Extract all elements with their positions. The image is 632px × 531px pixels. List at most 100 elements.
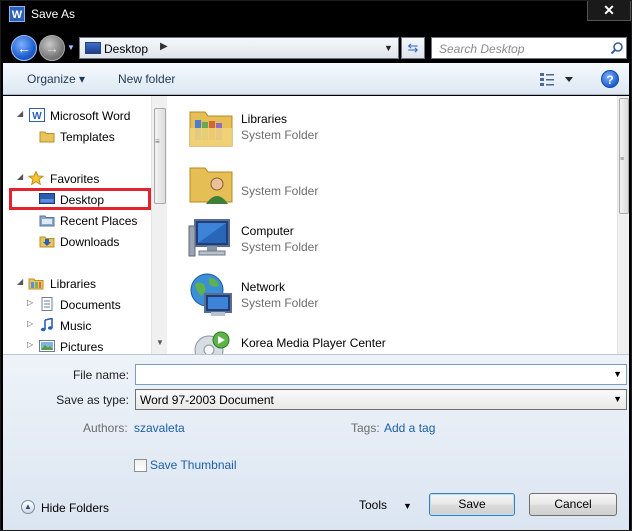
hide-folders-chevron-icon[interactable]: ▲ [21,500,35,514]
address-bar[interactable]: Desktop ▶ ▼ [79,37,399,59]
save-as-dialog: W Save As ✕ ← → ▼ Desktop ▶ ▼ ⇆ Search D… [0,0,632,531]
save-as-type-label: Save as type: [56,393,129,407]
sidebar-item-favorites[interactable]: ◢ Favorites [17,169,151,189]
sidebar-item-label: Favorites [50,172,100,186]
search-icon[interactable] [610,41,624,55]
authors-value[interactable]: szavaleta [134,421,185,435]
sidebar-item-label: Recent Places [60,214,138,228]
save-button[interactable]: Save [429,493,515,516]
item-type: System Folder [241,184,319,198]
music-icon [40,318,53,332]
save-thumbnail-checkbox[interactable] [134,459,147,472]
new-folder-button[interactable]: New folder [118,72,175,86]
recent-places-icon [39,215,55,227]
item-name: Network [241,280,286,294]
sidebar-item-libraries[interactable]: ◢ Libraries [17,274,151,294]
hide-folders-button[interactable]: Hide Folders [41,501,109,515]
browser-panes: ◢ W Microsoft Word Templates ◢ Favorites [3,96,629,354]
scroll-grip-icon: ≡ [620,156,625,163]
tags-label: Tags: [351,421,380,435]
word-app-icon: W [9,6,25,22]
expand-arrow-icon[interactable]: ▷ [27,319,33,328]
scroll-down-arrow-icon[interactable]: ▼ [156,338,164,347]
save-as-type-value: Word 97-2003 Document [140,393,274,407]
sidebar-item-documents[interactable]: ▷ Documents [27,295,151,315]
recent-locations-dropdown[interactable]: ▼ [67,43,77,53]
save-as-type-select[interactable]: Word 97-2003 Document ▼ [135,389,627,410]
collapse-arrow-icon[interactable]: ◢ [17,109,23,118]
search-placeholder: Search Desktop [439,42,525,56]
sidebar-item-label: Pictures [60,340,104,354]
list-item[interactable]: Korea Media Player Center Shortcut [187,326,607,354]
desktop-icon [85,42,101,54]
list-item[interactable]: Computer System Folder [187,214,607,266]
sidebar-item-label: Music [60,319,92,333]
list-item[interactable]: Network System Folder [187,270,607,322]
sidebar-item-music[interactable]: ▷ Music [27,316,151,336]
scrollbar-thumb[interactable] [154,108,166,204]
sidebar-item-microsoft-word[interactable]: ◢ W Microsoft Word [17,106,151,126]
refresh-button[interactable]: ⇆ [401,37,425,59]
scroll-grip-icon: ≡ [155,137,160,146]
item-type: System Folder [241,240,319,254]
item-type: System Folder [241,128,319,142]
save-as-type-dropdown-icon[interactable]: ▼ [613,394,622,404]
sidebar-item-label: Libraries [50,277,97,291]
network-icon [190,273,232,316]
pictures-icon [39,340,55,352]
navigation-bar: ← → ▼ Desktop ▶ ▼ ⇆ Search Desktop [1,29,631,63]
navigation-pane-scrollbar[interactable]: ≡ ▼ [151,96,167,354]
sidebar-item-downloads[interactable]: Downloads [25,232,151,252]
file-list-scrollbar[interactable]: ≡ [617,96,629,354]
address-text[interactable]: Desktop [104,42,148,56]
organize-button[interactable]: Organize ▾ [27,72,85,86]
close-button[interactable]: ✕ [587,1,631,21]
authors-label: Authors: [83,421,128,435]
expand-arrow-icon[interactable]: ▷ [27,340,33,349]
navigation-pane[interactable]: ◢ W Microsoft Word Templates ◢ Favorites [3,96,151,354]
collapse-arrow-icon[interactable]: ◢ [17,277,23,286]
sidebar-item-label: Documents [60,298,121,312]
computer-icon [188,219,230,257]
breadcrumb-chevron-icon[interactable]: ▶ [160,41,168,52]
libraries-icon [28,278,44,290]
change-view-icon[interactable] [539,71,575,87]
file-list[interactable]: Libraries System Folder System Folder Co… [167,96,617,354]
user-folder-icon [189,167,233,204]
list-item[interactable]: Libraries System Folder [187,102,607,154]
selection-highlight [9,188,151,210]
folder-icon [39,131,55,143]
tools-dropdown-icon[interactable]: ▼ [403,501,412,511]
sidebar-item-label: Microsoft Word [50,109,131,123]
forward-button[interactable]: → [39,35,65,61]
expand-arrow-icon[interactable]: ▷ [27,298,33,307]
word-icon: W [29,108,45,122]
help-button[interactable]: ? [601,70,619,88]
tools-button[interactable]: Tools [359,498,387,512]
sidebar-item-pictures[interactable]: ▷ Pictures [27,337,151,354]
documents-icon [41,297,53,311]
file-name-dropdown-icon[interactable]: ▼ [613,369,622,379]
list-item[interactable]: System Folder [187,158,607,210]
libraries-folder-icon [189,111,233,147]
search-input[interactable]: Search Desktop [431,37,627,59]
file-name-field[interactable]: ▼ [135,364,627,385]
downloads-icon [39,236,55,248]
collapse-arrow-icon[interactable]: ◢ [17,172,23,181]
media-player-shortcut-icon [194,331,230,354]
cancel-button[interactable]: Cancel [529,493,617,516]
save-thumbnail-label[interactable]: Save Thumbnail [150,458,237,472]
back-button[interactable]: ← [11,35,37,61]
sidebar-item-templates[interactable]: Templates [25,127,151,147]
item-name: Korea Media Player Center [241,336,386,350]
item-name: Libraries [241,112,288,126]
sidebar-item-recent-places[interactable]: Recent Places [25,211,151,231]
star-icon [28,171,44,185]
tags-input[interactable]: Add a tag [384,421,435,435]
title-bar: W Save As ✕ [1,1,631,29]
file-name-label: File name: [72,368,129,382]
sidebar-item-label: Downloads [60,235,120,249]
item-type: System Folder [241,296,319,310]
address-dropdown-icon[interactable]: ▼ [384,43,393,53]
sidebar-item-label: Templates [60,130,115,144]
